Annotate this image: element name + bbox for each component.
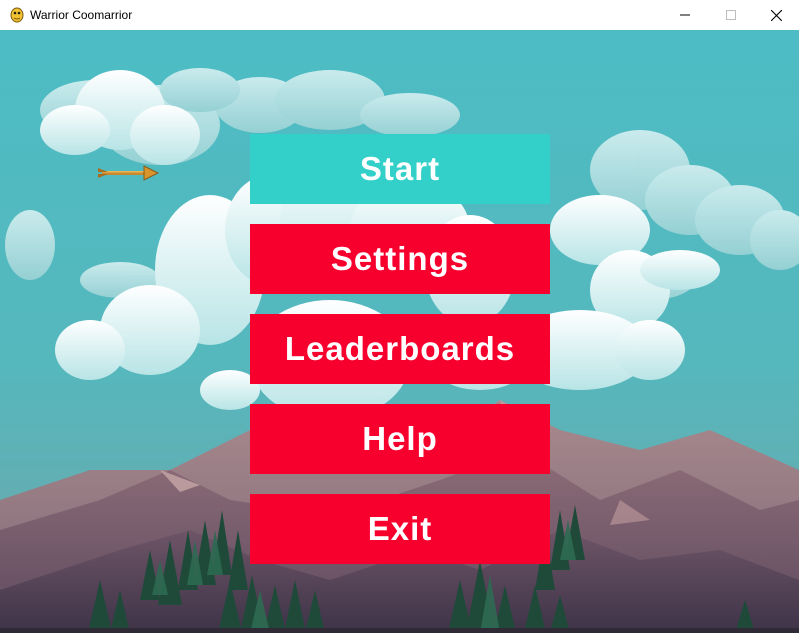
- pygame-snake-icon: [10, 7, 24, 23]
- exit-button[interactable]: Exit: [250, 494, 550, 564]
- close-button[interactable]: [753, 0, 799, 30]
- start-button[interactable]: Start: [250, 134, 550, 204]
- maximize-icon: [726, 10, 736, 20]
- start-label: Start: [359, 150, 441, 187]
- help-button[interactable]: Help: [250, 404, 550, 474]
- maximize-button[interactable]: [708, 0, 754, 30]
- help-label: Help: [362, 420, 438, 457]
- arrow-sprite: [98, 165, 160, 181]
- game-canvas[interactable]: Start Settings Leaderboards Help Exit: [0, 30, 799, 633]
- leaderboards-label: Leaderboards: [284, 330, 516, 367]
- settings-label: Settings: [330, 240, 470, 277]
- settings-button[interactable]: Settings: [250, 224, 550, 294]
- window-title: Warrior Coomarrior: [30, 8, 133, 22]
- minimize-icon: [680, 14, 690, 16]
- leaderboards-button[interactable]: Leaderboards: [250, 314, 550, 384]
- close-icon: [770, 9, 782, 21]
- exit-label: Exit: [367, 510, 433, 547]
- minimize-button[interactable]: [662, 0, 708, 30]
- window-title-bar[interactable]: Warrior Coomarrior: [0, 0, 799, 30]
